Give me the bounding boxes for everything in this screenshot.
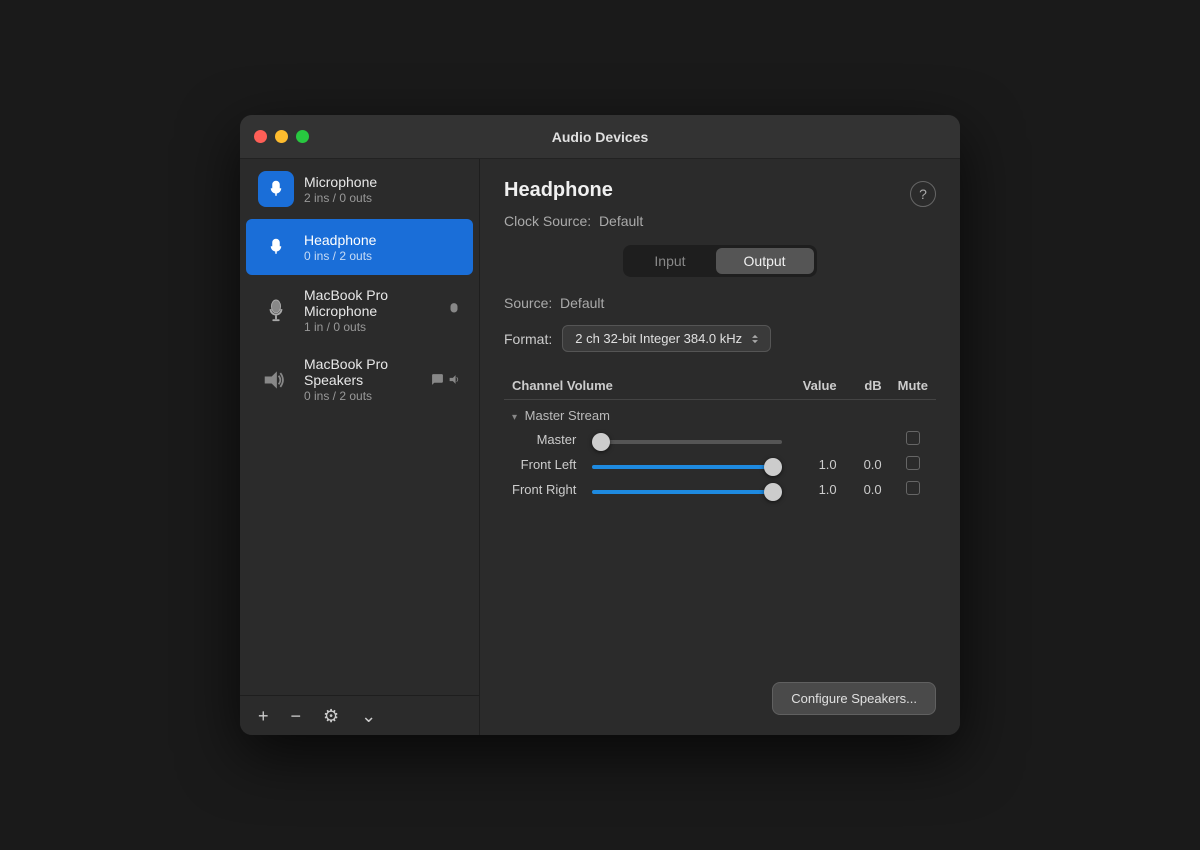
channel-front-right-value: 1.0	[790, 477, 845, 502]
channel-front-left-label: Front Left	[504, 452, 584, 477]
source-value: Default	[560, 295, 604, 311]
channel-master-slider[interactable]	[592, 440, 781, 444]
tab-output[interactable]: Output	[716, 248, 814, 274]
channel-front-right-slider-cell	[584, 477, 789, 502]
channel-front-left-slider[interactable]	[592, 465, 781, 469]
tabs-container: Input Output	[623, 245, 816, 277]
macbook-speakers-sub: 0 ins / 2 outs	[304, 389, 427, 403]
clock-source-label: Clock Source:	[504, 213, 591, 229]
channel-front-right: Front Right 1.0 0.0	[504, 477, 936, 502]
configure-speakers-button[interactable]: Configure Speakers...	[772, 682, 936, 715]
remove-device-button[interactable]: −	[285, 703, 308, 729]
clock-source-row: Clock Source: Default	[504, 213, 936, 229]
channel-master-db	[845, 427, 890, 452]
channel-front-left-checkbox[interactable]	[906, 456, 920, 470]
format-row: Format: 2 ch 32-bit Integer 384.0 kHz	[504, 325, 936, 352]
channel-front-right-checkbox[interactable]	[906, 481, 920, 495]
header-channel: Channel Volume	[504, 372, 790, 400]
more-options-button[interactable]: ⌄	[355, 703, 382, 729]
clock-source-value: Default	[599, 213, 643, 229]
window-title: Audio Devices	[552, 129, 648, 145]
macbook-speakers-badges	[431, 373, 461, 386]
channel-front-left-db: 0.0	[845, 452, 890, 477]
audio-devices-window: Audio Devices Microphone 2 ins / 0 outs	[240, 115, 960, 735]
macbook-speakers-name: MacBook Pro Speakers	[304, 356, 427, 388]
headphone-sub: 0 ins / 2 outs	[304, 249, 461, 263]
format-label: Format:	[504, 331, 552, 347]
channel-table: Channel Volume Value dB Mute ▾ Master St…	[504, 372, 936, 502]
close-button[interactable]	[254, 130, 267, 143]
titlebar: Audio Devices	[240, 115, 960, 159]
macbook-mic-name: MacBook Pro Microphone	[304, 287, 443, 319]
settings-button[interactable]: ⚙	[317, 703, 345, 729]
source-row: Source: Default	[504, 295, 936, 311]
channel-front-left-slider-cell	[584, 452, 789, 477]
channel-front-left: Front Left 1.0 0.0	[504, 452, 936, 477]
source-label: Source:	[504, 295, 552, 311]
sidebar-item-macbook-speakers[interactable]: MacBook Pro Speakers 0 ins / 2 outs	[246, 346, 473, 413]
device-list: Microphone 2 ins / 0 outs Headphone 0 in…	[240, 159, 479, 695]
mic-icon-macbook	[258, 293, 294, 329]
microphone-name: Microphone	[304, 174, 461, 190]
channel-master-value	[790, 427, 845, 452]
sidebar-item-microphone[interactable]: Microphone 2 ins / 0 outs	[246, 161, 473, 217]
microphone-info: Microphone 2 ins / 0 outs	[304, 174, 461, 205]
minimize-button[interactable]	[275, 130, 288, 143]
usb-icon-microphone	[258, 171, 294, 207]
channel-front-left-mute	[890, 452, 936, 477]
channel-master-mute	[890, 427, 936, 452]
sidebar-item-headphone[interactable]: Headphone 0 ins / 2 outs	[246, 219, 473, 275]
content-area: Microphone 2 ins / 0 outs Headphone 0 in…	[240, 159, 960, 735]
section-label: Master Stream	[525, 408, 610, 423]
sidebar: Microphone 2 ins / 0 outs Headphone 0 in…	[240, 159, 480, 735]
maximize-button[interactable]	[296, 130, 309, 143]
tab-input[interactable]: Input	[626, 248, 713, 274]
macbook-mic-badge	[447, 302, 461, 319]
speaker-icon-macbook	[258, 362, 294, 398]
main-panel: Headphone ? Clock Source: Default Input …	[480, 159, 960, 735]
format-select[interactable]: 2 ch 32-bit Integer 384.0 kHz	[562, 325, 771, 352]
sidebar-toolbar: + − ⚙ ⌄	[240, 695, 479, 735]
channel-master: Master	[504, 427, 936, 452]
channel-master-checkbox[interactable]	[906, 431, 920, 445]
help-button[interactable]: ?	[910, 181, 936, 207]
usb-icon-headphone	[258, 229, 294, 265]
section-chevron-icon: ▾	[512, 412, 517, 423]
channel-front-right-label: Front Right	[504, 477, 584, 502]
header-db: dB	[845, 372, 890, 400]
header-mute: Mute	[890, 372, 936, 400]
channel-front-right-mute	[890, 477, 936, 502]
channel-master-slider-cell	[584, 427, 789, 452]
section-master-stream: ▾ Master Stream	[504, 400, 936, 428]
macbook-mic-sub: 1 in / 0 outs	[304, 320, 443, 334]
panel-header: Headphone ?	[504, 179, 936, 207]
channel-front-right-db: 0.0	[845, 477, 890, 502]
macbook-speakers-info: MacBook Pro Speakers 0 ins / 2 outs	[304, 356, 427, 403]
traffic-lights	[254, 130, 309, 143]
panel-footer: Configure Speakers...	[504, 666, 936, 715]
channel-front-right-slider[interactable]	[592, 490, 781, 494]
tabs-row: Input Output	[504, 245, 936, 277]
headphone-name: Headphone	[304, 232, 461, 248]
add-device-button[interactable]: +	[252, 703, 275, 729]
sidebar-item-macbook-mic[interactable]: MacBook Pro Microphone 1 in / 0 outs	[246, 277, 473, 344]
macbook-mic-info: MacBook Pro Microphone 1 in / 0 outs	[304, 287, 443, 334]
header-value: Value	[790, 372, 845, 400]
channel-front-left-value: 1.0	[790, 452, 845, 477]
headphone-info: Headphone 0 ins / 2 outs	[304, 232, 461, 263]
channel-master-label: Master	[504, 427, 584, 452]
panel-title: Headphone	[504, 179, 613, 202]
microphone-sub: 2 ins / 0 outs	[304, 191, 461, 205]
